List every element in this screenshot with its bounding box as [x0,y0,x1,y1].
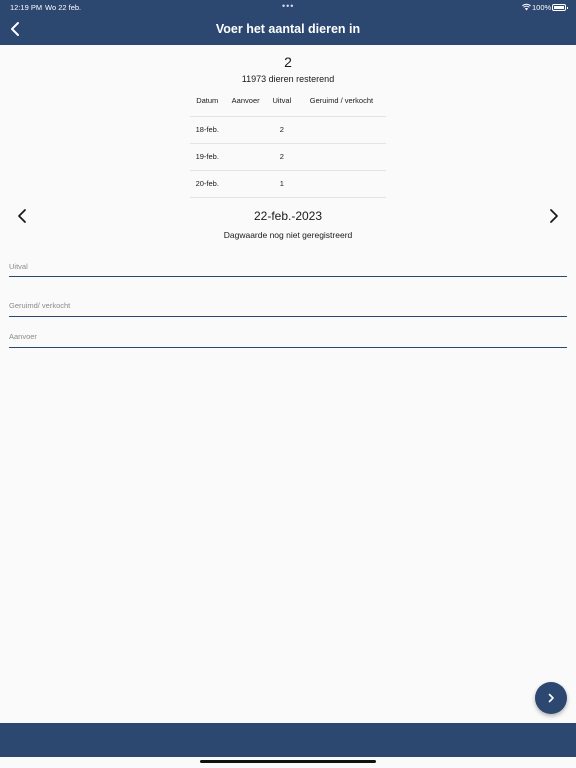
column-header-geruimd: Geruimd / verkocht [309,95,374,105]
cell-uitval: 2 [266,143,297,171]
page-title: Voer het aantal dieren in [215,22,361,36]
table-row: 19-feb. 2 [190,143,386,171]
wifi-icon [522,3,531,13]
geruimd-field[interactable] [9,289,567,317]
column-header-aanvoer: Aanvoer [231,95,260,105]
chevron-right-icon [550,209,558,223]
uitval-input[interactable] [9,250,567,276]
status-time: 12:19 PM [10,3,43,12]
uitval-field[interactable] [9,250,567,277]
remaining-animals: 11973 dieren resterend [241,74,335,84]
cell-date: 20-feb. [190,170,225,198]
app-header: 12:19 PM Wo 22 feb. ••• 100% Voer het aa… [0,0,576,45]
battery-percentage: 100% [532,3,552,12]
next-step-button[interactable] [535,682,567,714]
cell-geruimd [296,116,386,144]
cell-aanvoer [224,116,267,144]
column-header-datum: Datum [196,95,219,105]
day-status: Dagwaarde nog niet geregistreerd [223,230,353,240]
footer-bar [0,723,576,757]
status-date: Wo 22 feb. [45,3,82,12]
cell-geruimd [296,143,386,171]
history-table: Datum Aanvoer Uitval Geruimd / verkocht … [190,92,386,198]
next-day-button[interactable] [543,206,563,226]
cell-aanvoer [224,170,267,198]
aanvoer-input[interactable] [9,320,567,347]
column-header-uitval: Uitval [272,95,292,105]
cell-aanvoer [224,143,267,171]
geruimd-input[interactable] [9,289,567,316]
battery-icon [552,4,568,11]
table-header-row: Datum Aanvoer Uitval Geruimd / verkocht [190,92,386,108]
table-row: 20-feb. 1 [190,170,386,198]
cell-uitval: 2 [266,116,297,144]
cell-uitval: 1 [266,170,297,198]
home-indicator[interactable] [200,760,376,763]
multitasking-dots[interactable]: ••• [282,1,294,11]
chevron-right-icon [548,693,554,703]
animal-count: 2 [284,54,292,70]
cell-date: 18-feb. [190,116,225,144]
status-bar: 12:19 PM Wo 22 feb. ••• 100% [0,1,576,15]
table-row: 18-feb. 2 [190,116,386,144]
cell-geruimd [296,170,386,198]
cell-date: 19-feb. [190,143,225,171]
current-date: 22-feb.-2023 [253,209,323,223]
aanvoer-field[interactable] [9,320,567,348]
